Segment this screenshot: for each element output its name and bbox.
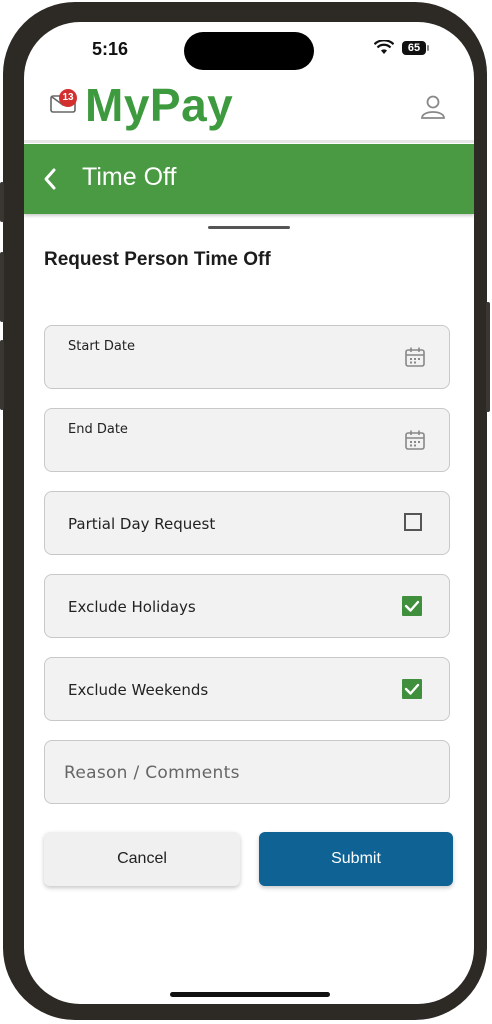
power-button [486, 302, 490, 412]
volume-up-button [0, 252, 4, 322]
user-icon[interactable] [420, 94, 446, 120]
battery-icon: 65 [402, 41, 426, 55]
checkmark-icon [404, 600, 420, 612]
title-bar: Time Off [24, 144, 474, 214]
exclude-holidays-checkbox[interactable] [402, 596, 422, 616]
screen: 5:16 65 13 MyPay Time Off Request Person… [24, 22, 474, 1004]
exclude-weekends-label: Exclude Weekends [68, 681, 209, 699]
partial-day-label: Partial Day Request [68, 515, 216, 533]
header-divider [24, 140, 474, 143]
volume-down-button [0, 340, 4, 410]
end-date-label: End Date [68, 422, 128, 437]
mail-badge: 13 [59, 89, 77, 107]
start-date-label: Start Date [68, 339, 135, 354]
battery-tip [427, 45, 429, 51]
exclude-weekends-field[interactable]: Exclude Weekends [44, 657, 450, 721]
phone-frame: 5:16 65 13 MyPay Time Off Request Person… [0, 2, 490, 1020]
partial-day-checkbox[interactable] [404, 513, 422, 531]
start-date-field[interactable]: Start Date [44, 325, 450, 389]
calendar-icon[interactable] [404, 346, 426, 368]
app-header: 13 MyPay [24, 72, 474, 144]
status-time: 5:16 [92, 39, 129, 59]
dynamic-island [184, 32, 314, 70]
home-indicator[interactable] [170, 992, 330, 997]
cancel-button[interactable]: Cancel [44, 832, 240, 886]
partial-day-field[interactable]: Partial Day Request [44, 491, 450, 555]
exclude-holidays-label: Exclude Holidays [68, 598, 196, 616]
reason-placeholder: Reason / Comments [64, 763, 240, 783]
app-logo: MyPay [85, 79, 234, 131]
checkmark-icon [404, 683, 420, 695]
form-heading: Request Person Time Off [44, 249, 271, 270]
exclude-holidays-field[interactable]: Exclude Holidays [44, 574, 450, 638]
end-date-field[interactable]: End Date [44, 408, 450, 472]
back-arrow-icon[interactable] [38, 164, 68, 194]
action-button [0, 182, 4, 222]
submit-button[interactable]: Submit [259, 832, 453, 886]
exclude-weekends-checkbox[interactable] [402, 679, 422, 699]
calendar-icon[interactable] [404, 429, 426, 451]
wifi-icon [374, 40, 394, 54]
sheet-handle[interactable] [208, 226, 290, 229]
reason-comments-input[interactable]: Reason / Comments [44, 740, 450, 804]
page-title: Time Off [82, 163, 177, 191]
